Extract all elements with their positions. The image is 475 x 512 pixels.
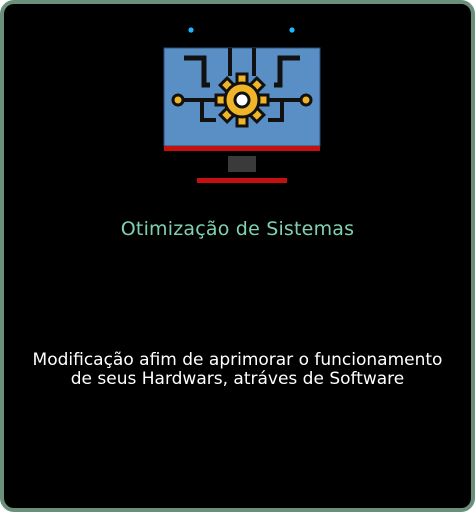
service-card: Otimização de Sistemas Modificação afim … bbox=[0, 0, 475, 512]
card-title: Otimização de Sistemas bbox=[120, 218, 355, 240]
monitor-gear-icon bbox=[163, 27, 321, 183]
card-description: Modificação afim de aprimorar o funciona… bbox=[32, 350, 443, 389]
